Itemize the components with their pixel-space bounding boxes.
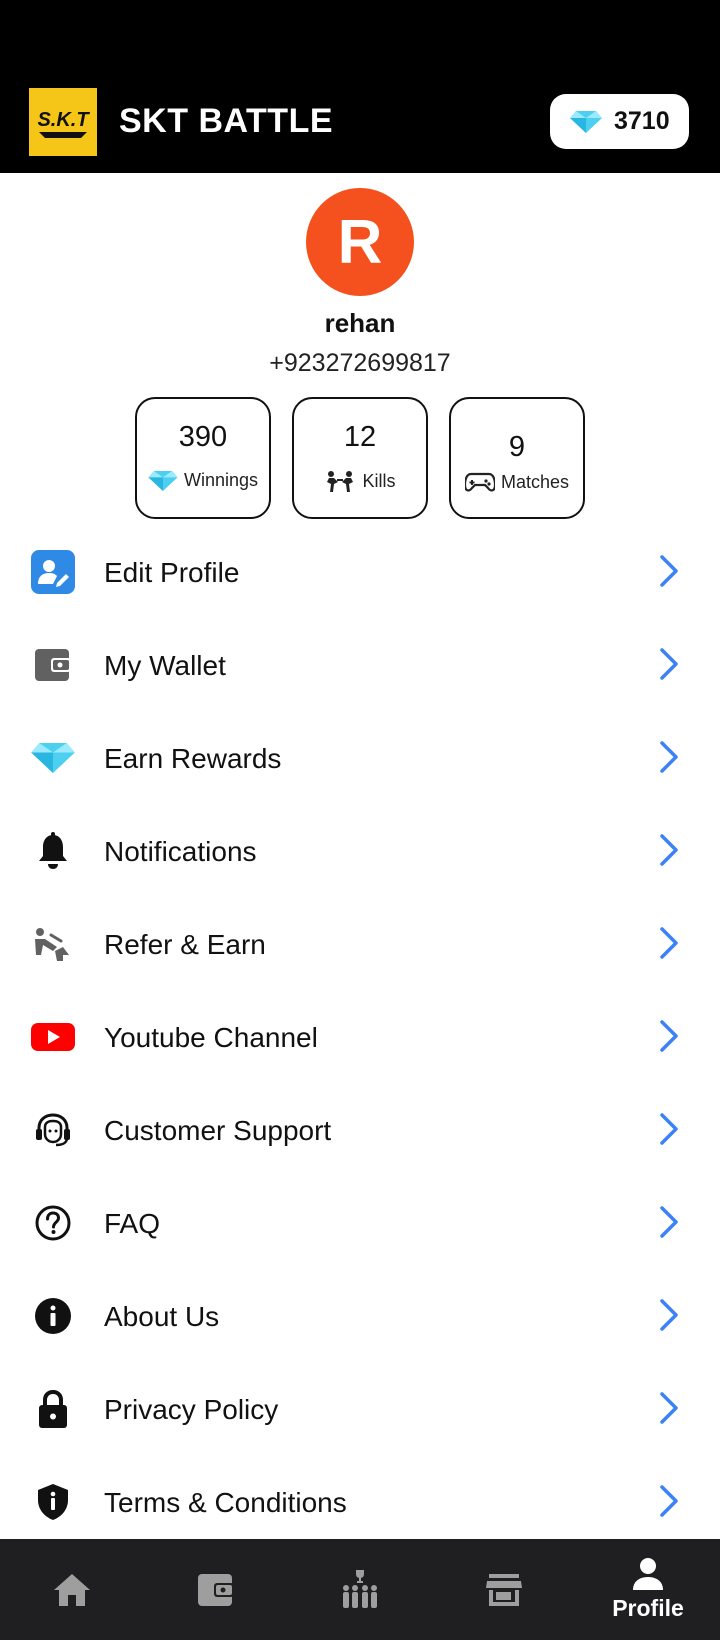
menu-item-faq[interactable]: FAQ [0,1177,720,1270]
chevron-right-icon [660,1206,678,1238]
menu-item-notifications[interactable]: Notifications [0,805,720,898]
nav-store[interactable] [432,1539,576,1640]
nav-label: Profile [612,1595,684,1621]
menu-label: Terms & Conditions [104,1487,347,1518]
menu-label: Youtube Channel [104,1022,318,1053]
svg-text:S.K.T: S.K.T [37,109,90,131]
menu-item-youtube-channel[interactable]: Youtube Channel [0,991,720,1084]
status-bar [0,0,720,72]
app-title: SKT BATTLE [119,102,334,140]
chevron-right-icon [660,1299,678,1331]
nav-home[interactable] [0,1539,144,1640]
stat-card-winnings: 390 Winnings [135,397,271,519]
app-logo: S.K.T [29,88,97,156]
menu-label: Notifications [104,836,257,867]
headset-icon [31,1108,75,1152]
wallet-icon [198,1573,234,1606]
menu-item-about-us[interactable]: About Us [0,1270,720,1363]
question-icon [31,1201,75,1245]
diamond-icon [31,736,75,780]
chevron-right-icon [660,741,678,773]
edit-profile-icon [31,550,75,594]
chevron-right-icon [660,834,678,866]
wallet-icon [31,643,75,687]
menu-label: Privacy Policy [104,1394,279,1425]
gamepad-icon [464,472,495,492]
bottom-nav: Profile [0,1539,720,1640]
nav-profile[interactable]: Profile [576,1539,720,1640]
store-icon [486,1573,522,1606]
menu-label: About Us [104,1301,220,1332]
stat-label: Matches [500,471,570,492]
nav-wallet[interactable] [144,1539,288,1640]
leaderboard-icon [343,1569,377,1608]
nav-leaderboard[interactable] [288,1539,432,1640]
youtube-icon [31,1015,75,1059]
menu-item-customer-support[interactable]: Customer Support [0,1084,720,1177]
bell-icon [31,829,75,873]
chevron-right-icon [660,648,678,680]
diamond-icon [570,110,602,133]
coin-value: 3710 [614,107,670,135]
stat-value: 12 [343,421,377,453]
shield-icon [31,1480,75,1524]
stat-card-matches: 9 Matches [449,397,585,519]
chevron-right-icon [660,1485,678,1517]
fighters-icon [327,471,354,492]
app-header: S.K.T SKT BATTLE 3710 [0,72,720,173]
info-icon [31,1294,75,1338]
menu-item-terms-conditions[interactable]: Terms & Conditions [0,1456,720,1549]
menu-label: Edit Profile [104,557,240,588]
menu-item-my-wallet[interactable]: My Wallet [0,619,720,712]
menu-item-privacy-policy[interactable]: Privacy Policy [0,1363,720,1456]
lock-icon [31,1387,75,1431]
chevron-right-icon [660,1020,678,1052]
menu-label: FAQ [104,1208,161,1239]
user-name: rehan [324,308,396,338]
chevron-right-icon [660,927,678,959]
menu-label: Refer & Earn [104,929,266,960]
menu-item-earn-rewards[interactable]: Earn Rewards [0,712,720,805]
menu-item-refer-earn[interactable]: Refer & Earn [0,898,720,991]
menu-label: Customer Support [104,1115,332,1146]
menu-label: Earn Rewards [104,743,282,774]
home-icon [54,1573,90,1606]
chevron-right-icon [660,1113,678,1145]
chevron-right-icon [660,1392,678,1424]
stat-value: 390 [178,421,228,453]
coin-balance[interactable]: 3710 [550,94,689,149]
stat-value: 9 [508,431,526,463]
person-icon [633,1558,663,1590]
menu-item-edit-profile[interactable]: Edit Profile [0,526,720,619]
stat-label: Kills [362,470,396,491]
stat-label: Winnings [183,470,259,490]
avatar: R [306,188,414,296]
skt-logo-icon: S.K.T [29,88,97,156]
menu-label: My Wallet [104,650,226,681]
stat-card-kills: 12 Kills [292,397,428,519]
chevron-right-icon [660,555,678,587]
refer-icon [31,922,75,966]
user-phone: +923272699817 [269,349,451,377]
diamond-icon [148,470,178,491]
